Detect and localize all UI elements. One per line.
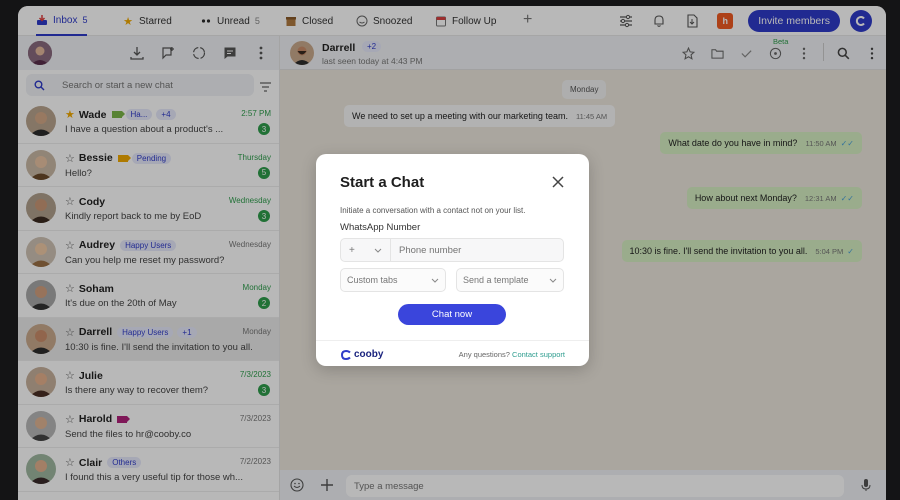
country-code-select[interactable]: +	[341, 239, 391, 261]
cooby-brand: cooby	[340, 349, 383, 360]
questions-label: Any questions?	[458, 350, 510, 359]
modal-footer: cooby Any questions? Contact support	[316, 340, 589, 366]
cooby-logo-icon	[340, 349, 351, 360]
close-icon[interactable]	[551, 175, 565, 189]
chevron-down-icon	[431, 275, 439, 285]
phone-number-input[interactable]	[391, 239, 563, 261]
whatsapp-number-label: WhatsApp Number	[340, 222, 421, 233]
chat-now-button[interactable]: Chat now	[398, 304, 506, 325]
chevron-down-icon	[374, 245, 382, 256]
select-value: Send a template	[463, 275, 529, 285]
start-chat-modal: Start a Chat Initiate a conversation wit…	[316, 154, 589, 366]
template-select[interactable]: Send a template	[456, 268, 564, 292]
contact-support-link[interactable]: Contact support	[512, 350, 565, 359]
modal-description: Initiate a conversation with a contact n…	[340, 206, 526, 215]
support-text: Any questions? Contact support	[459, 350, 565, 359]
custom-tabs-select[interactable]: Custom tabs	[340, 268, 446, 292]
brand-name: cooby	[354, 349, 384, 360]
modal-title: Start a Chat	[340, 174, 425, 191]
select-value: Custom tabs	[347, 275, 398, 285]
phone-field: +	[340, 238, 564, 262]
chevron-down-icon	[549, 275, 557, 285]
country-code-value: +	[349, 244, 355, 256]
